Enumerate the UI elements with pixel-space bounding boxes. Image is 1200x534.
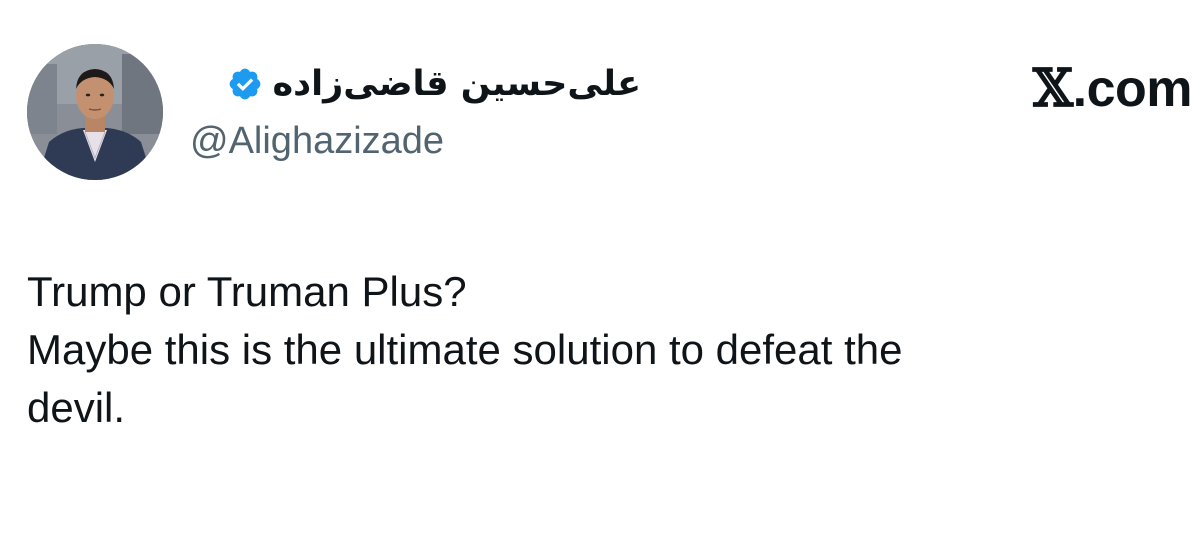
tweet-line: Trump or Truman Plus? [27, 268, 467, 315]
avatar[interactable] [27, 44, 163, 180]
x-logo: 𝕏.com [1032, 58, 1193, 119]
x-logo-icon: 𝕏 [1032, 58, 1073, 119]
tweet-text: Trump or Truman Plus? Maybe this is the … [27, 263, 1187, 437]
tweet-card: علی‌حسین قاضی‌زاده @Alighazizade 𝕏.com T… [0, 0, 1200, 534]
avatar-image [27, 44, 163, 180]
tweet-line: devil. [27, 384, 126, 431]
verified-badge-icon [227, 66, 263, 102]
tweet-line: Maybe this is the ultimate solution to d… [27, 326, 903, 373]
author-name-row[interactable]: علی‌حسین قاضی‌زاده [227, 60, 641, 108]
display-name: علی‌حسین قاضی‌زاده [272, 64, 641, 104]
x-domain-label: .com [1072, 60, 1193, 118]
user-handle[interactable]: @Alighazizade [190, 120, 444, 163]
